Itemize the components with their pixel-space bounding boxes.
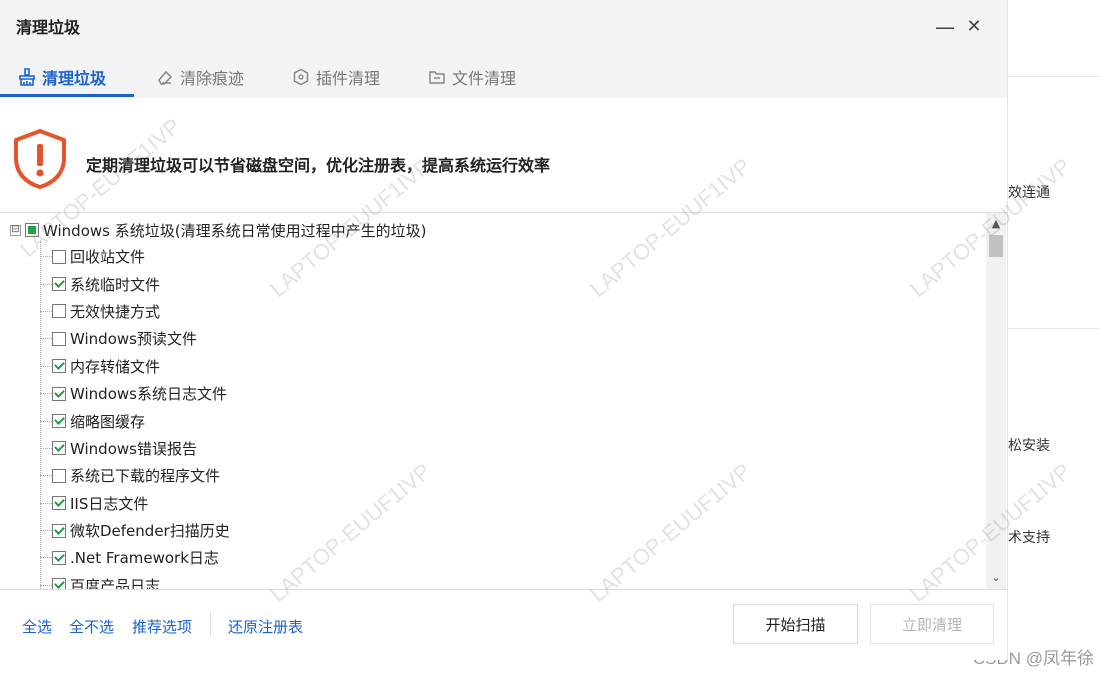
broom-icon — [18, 68, 36, 86]
background-window: 效连通 松安装 术支持 — [1008, 0, 1100, 675]
tab-clear-traces[interactable]: 清除痕迹 — [156, 56, 244, 98]
scroll-down-arrow[interactable]: ⌄ — [986, 569, 1006, 587]
tree-item[interactable]: Windows预读文件 — [40, 325, 230, 352]
clean-now-button[interactable]: 立即清理 — [870, 604, 994, 644]
minimize-button[interactable]: — — [932, 14, 958, 40]
tree-item-label: 系统临时文件 — [70, 275, 161, 294]
tree-item-label: Windows错误报告 — [70, 439, 197, 458]
tree-item-checkbox[interactable] — [52, 331, 66, 346]
background-divider — [1008, 76, 1100, 77]
tree-item[interactable]: Windows错误报告 — [40, 435, 230, 462]
tab-label: 清除痕迹 — [180, 69, 245, 88]
tab-label: 文件清理 — [452, 69, 517, 88]
tab-label: 插件清理 — [316, 69, 381, 88]
background-text-fragment: 术支持 — [1008, 530, 1050, 546]
tree-item-label: 系统已下载的程序文件 — [70, 467, 221, 486]
folder-icon — [428, 68, 446, 86]
select-all-link[interactable]: 全选 — [22, 616, 52, 637]
tree-connector — [40, 393, 52, 395]
tree-connector — [40, 256, 52, 258]
tree-item[interactable]: IIS日志文件 — [40, 490, 230, 517]
tree-item-checkbox[interactable] — [52, 523, 66, 538]
tree-item[interactable]: 内存转储文件 — [40, 353, 230, 380]
background-text-fragment: 松安装 — [1008, 438, 1050, 454]
tree-root-windows-junk[interactable]: ⊟ Windows 系统垃圾(清理系统日常使用过程中产生的垃圾) — [10, 219, 426, 241]
recommended-link[interactable]: 推荐选项 — [132, 616, 192, 637]
tree-connector — [40, 475, 52, 477]
junk-category-tree: ⊟ Windows 系统垃圾(清理系统日常使用过程中产生的垃圾) 回收站文件系统… — [0, 212, 1007, 590]
scroll-up-arrow[interactable]: ▲ — [986, 215, 1006, 233]
select-none-link[interactable]: 全不选 — [69, 616, 114, 637]
tree-connector — [40, 283, 52, 285]
tree-root-checkbox[interactable] — [25, 223, 39, 237]
tree-item-label: 微软Defender扫描历史 — [70, 522, 230, 541]
eraser-icon — [156, 68, 174, 86]
tree-item-label: .Net Framework日志 — [70, 549, 219, 568]
tree-item[interactable]: Windows系统日志文件 — [40, 380, 230, 407]
notice-text: 定期清理垃圾可以节省磁盘空间，优化注册表，提高系统运行效率 — [86, 156, 551, 175]
tree-connector — [40, 365, 52, 367]
active-tab-indicator — [0, 94, 134, 97]
tree-connector — [40, 557, 52, 559]
tree-connector — [40, 530, 52, 532]
tree-item[interactable]: .Net Framework日志 — [40, 544, 230, 571]
tab-plugin-clean[interactable]: 插件清理 — [292, 56, 380, 98]
tree-item-checkbox[interactable] — [52, 249, 66, 264]
tree-item-label: 百度产品日志 — [70, 576, 161, 590]
notice-banner: 定期清理垃圾可以节省磁盘空间，优化注册表，提高系统运行效率 — [0, 98, 1007, 212]
tree-connector — [40, 502, 52, 504]
tree-item[interactable]: 百度产品日志 — [40, 572, 230, 590]
tree-item[interactable]: 系统临时文件 — [40, 270, 230, 297]
tree-item[interactable]: 系统已下载的程序文件 — [40, 462, 230, 489]
tree-item[interactable]: 无效快捷方式 — [40, 298, 230, 325]
dialog-footer: 全选 全不选 推荐选项 还原注册表 开始扫描 立即清理 — [0, 591, 1007, 660]
tab-label: 清理垃圾 — [42, 69, 107, 88]
tree-item-checkbox[interactable] — [52, 496, 66, 511]
tree-item-checkbox[interactable] — [52, 386, 66, 401]
tree-item-label: 无效快捷方式 — [70, 302, 161, 321]
tree-item-list: 回收站文件系统临时文件 无效快捷方式 Windows预读文件 内存转储文件 Window… — [40, 243, 230, 590]
tree-item-checkbox[interactable] — [52, 414, 66, 429]
plugin-shield-icon — [292, 68, 310, 86]
tree-item-label: Windows预读文件 — [70, 330, 197, 349]
tree-root-label: Windows 系统垃圾(清理系统日常使用过程中产生的垃圾) — [43, 221, 427, 240]
dialog-header: 清理垃圾 — ✕ 清理垃圾 清除痕迹 插件清理 文件清理 — [0, 0, 1007, 98]
tree-connector — [40, 310, 52, 312]
scroll-thumb[interactable] — [989, 235, 1003, 257]
tree-item[interactable]: 缩略图缓存 — [40, 407, 230, 434]
tree-connector — [40, 584, 52, 586]
tree-item-checkbox[interactable] — [52, 441, 66, 456]
tree-item-checkbox[interactable] — [52, 304, 66, 319]
restore-registry-link[interactable]: 还原注册表 — [228, 616, 303, 637]
footer-divider — [210, 612, 211, 636]
tree-connector — [40, 420, 52, 422]
tree-connector — [40, 338, 52, 340]
tree-item-checkbox[interactable] — [52, 578, 66, 589]
background-text-fragment: 效连通 — [1008, 185, 1050, 201]
tree-item-label: 缩略图缓存 — [70, 412, 146, 431]
tree-item-checkbox[interactable] — [52, 550, 66, 565]
tree-item[interactable]: 微软Defender扫描历史 — [40, 517, 230, 544]
tree-item-label: 内存转储文件 — [70, 357, 161, 376]
tree-item-label: Windows系统日志文件 — [70, 385, 227, 404]
tree-item-checkbox[interactable] — [52, 359, 66, 374]
collapse-icon[interactable]: ⊟ — [10, 224, 21, 236]
tab-clean-junk[interactable]: 清理垃圾 — [18, 56, 106, 98]
start-scan-button[interactable]: 开始扫描 — [733, 604, 858, 644]
tree-item-checkbox[interactable] — [52, 468, 66, 483]
dialog-title: 清理垃圾 — [16, 18, 81, 37]
background-divider — [1008, 328, 1100, 329]
tab-file-clean[interactable]: 文件清理 — [428, 56, 516, 98]
clean-junk-dialog: 清理垃圾 — ✕ 清理垃圾 清除痕迹 插件清理 文件清理 定期清理垃圾可以节省磁… — [0, 0, 1075, 660]
tree-connector — [40, 447, 52, 449]
tree-item-label: 回收站文件 — [70, 248, 146, 267]
close-button[interactable]: ✕ — [961, 14, 987, 40]
warning-shield-icon — [12, 128, 68, 190]
tree-item-label: IIS日志文件 — [70, 494, 149, 513]
tree-item-checkbox[interactable] — [52, 277, 66, 292]
tree-item[interactable]: 回收站文件 — [40, 243, 230, 270]
vertical-scrollbar[interactable]: ▲ ⌄ — [986, 213, 1006, 589]
